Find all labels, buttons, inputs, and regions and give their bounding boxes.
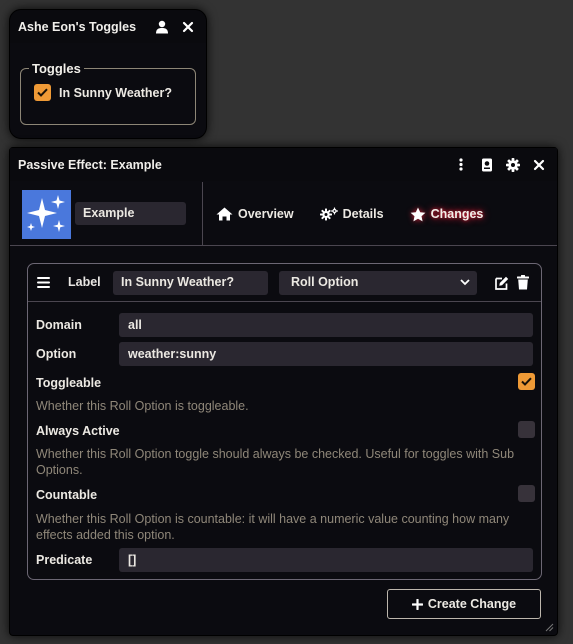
- drag-handle-icon[interactable]: [37, 275, 50, 293]
- toggles-window-title: Ashe Eon's Toggles: [18, 19, 137, 34]
- always-active-row: Always Active: [36, 419, 535, 443]
- domain-input[interactable]: all: [119, 313, 533, 337]
- edit-icon[interactable]: [495, 276, 509, 295]
- toggles-window: Ashe Eon's Toggles Toggles In Sunny Weat…: [9, 9, 207, 139]
- toggles-fieldset: Toggles In Sunny Weather?: [20, 61, 196, 125]
- toggleable-key: Toggleable: [36, 376, 102, 390]
- sparkles-icon: [27, 195, 65, 232]
- countable-row: Countable: [36, 483, 535, 507]
- check-icon: [521, 377, 532, 386]
- predicate-key: Predicate: [36, 553, 93, 567]
- sunny-weather-checkbox[interactable]: [34, 84, 51, 101]
- sunny-weather-label: In Sunny Weather?: [59, 85, 172, 100]
- star-icon: [410, 207, 425, 221]
- effect-window-title: Passive Effect: Example: [18, 157, 162, 172]
- plus-icon: [411, 598, 423, 610]
- trash-icon[interactable]: [517, 275, 529, 295]
- effect-window: Passive Effect: Example Example Overview…: [9, 147, 558, 636]
- rule-type-value: Roll Option: [291, 275, 359, 289]
- tab-changes-label: Changes: [430, 207, 484, 221]
- tab-details-label: Details: [342, 207, 384, 221]
- rule-element-card: Label In Sunny Weather? Roll Option Doma…: [27, 263, 542, 580]
- toggleable-hint: Whether this Roll Option is toggleable.: [36, 399, 249, 413]
- domain-key: Domain: [36, 318, 82, 332]
- predicate-row: Predicate []: [36, 548, 533, 572]
- always-active-checkbox[interactable]: [518, 421, 535, 438]
- domain-row: Domain all: [36, 313, 533, 337]
- countable-checkbox[interactable]: [518, 485, 535, 502]
- effect-image[interactable]: [22, 190, 71, 239]
- label-input[interactable]: In Sunny Weather?: [113, 271, 268, 295]
- predicate-input[interactable]: []: [119, 548, 533, 572]
- header-divider: [202, 182, 203, 245]
- sheet-header: Example Overview Details Changes: [10, 182, 557, 246]
- gear-icon[interactable]: [503, 155, 523, 175]
- sheet-tabs: Overview Details Changes: [216, 182, 509, 246]
- toggle-row[interactable]: In Sunny Weather?: [34, 84, 195, 101]
- always-active-hint: Whether this Roll Option toggle should a…: [36, 447, 515, 477]
- resize-handle-icon[interactable]: [545, 623, 554, 632]
- chevron-down-icon: [460, 279, 470, 286]
- countable-key: Countable: [36, 488, 98, 502]
- option-key: Option: [36, 347, 77, 361]
- close-icon[interactable]: [529, 155, 549, 175]
- close-icon[interactable]: [178, 17, 198, 37]
- option-row: Option weather:sunny: [36, 342, 533, 366]
- journal-icon[interactable]: [477, 155, 497, 175]
- create-change-label: Create Change: [427, 597, 517, 611]
- effect-window-header[interactable]: Passive Effect: Example: [10, 148, 557, 181]
- tab-overview-label: Overview: [238, 207, 294, 221]
- tab-changes[interactable]: Changes: [410, 207, 484, 222]
- always-active-key: Always Active: [36, 424, 120, 438]
- tab-overview[interactable]: Overview: [216, 207, 294, 221]
- ellipsis-vertical-icon[interactable]: [451, 155, 471, 175]
- rule-element-header: Label In Sunny Weather? Roll Option: [28, 264, 541, 302]
- cogs-icon: [319, 207, 338, 221]
- toggleable-checkbox[interactable]: [518, 373, 535, 390]
- create-change-button[interactable]: Create Change: [387, 589, 541, 619]
- user-icon[interactable]: [152, 17, 172, 37]
- toggles-legend: Toggles: [32, 61, 81, 76]
- countable-hint: Whether this Roll Option is countable: i…: [36, 512, 510, 542]
- check-icon: [37, 88, 48, 97]
- toggles-window-header[interactable]: Ashe Eon's Toggles: [10, 10, 206, 43]
- home-icon: [216, 207, 233, 221]
- option-input[interactable]: weather:sunny: [119, 342, 533, 366]
- rule-type-select[interactable]: Roll Option: [279, 271, 477, 295]
- toggleable-row: Toggleable: [36, 371, 535, 395]
- item-name-input[interactable]: Example: [75, 202, 186, 225]
- tab-details[interactable]: Details: [319, 207, 384, 221]
- label-key: Label: [68, 275, 101, 289]
